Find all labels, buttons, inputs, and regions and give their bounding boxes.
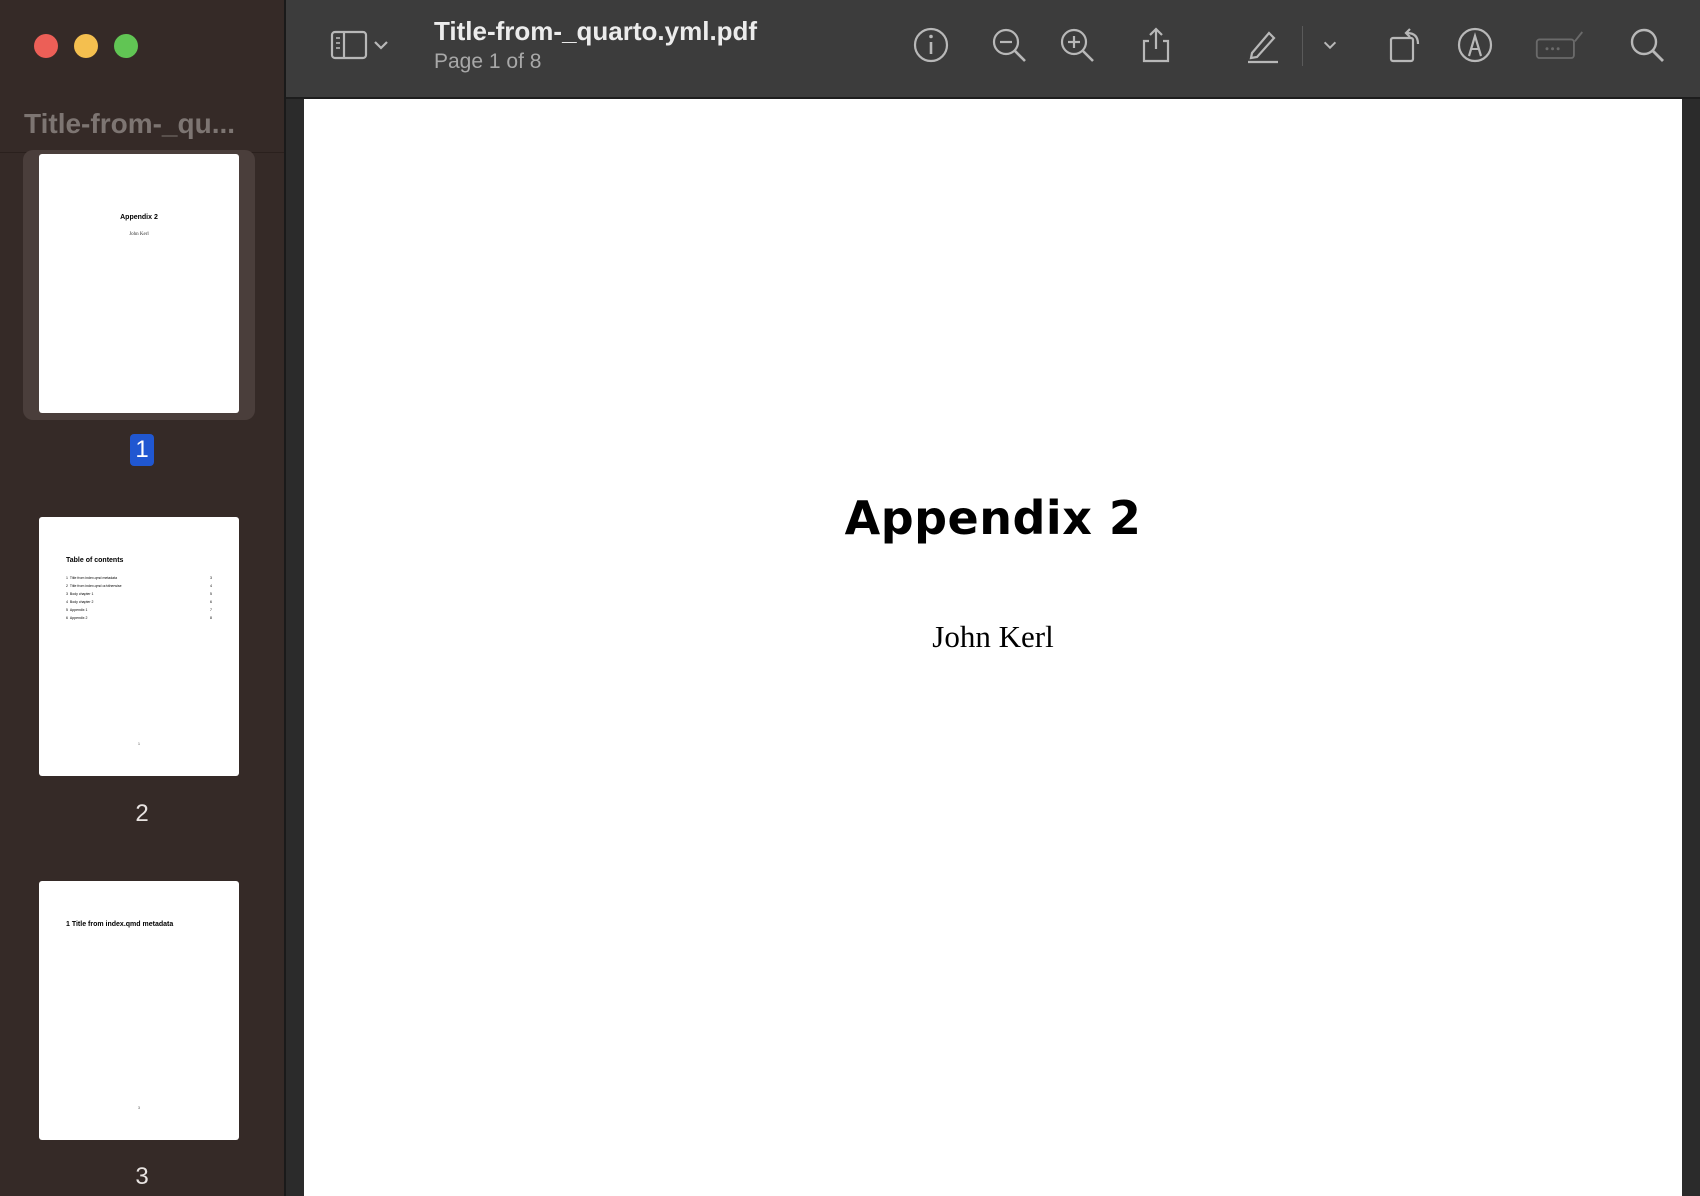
page-author: John Kerl — [932, 619, 1054, 654]
thumbnail-3-heading: 1 Title from index.qmd metadata — [66, 921, 174, 928]
toolbar-separator — [1302, 26, 1303, 66]
document-title: Title-from-_quarto.yml.pdf — [434, 16, 758, 46]
markup-icon[interactable] — [1452, 22, 1498, 68]
thumbnail-3-footer: 3 — [138, 1106, 140, 1110]
sidebar: Title-from-_qu... Appendix 2 John Kerl 1… — [0, 0, 284, 1196]
sidebar-title: Title-from-_qu... — [24, 108, 236, 139]
sidebar-toggle-icon[interactable] — [326, 22, 372, 68]
page-label-2[interactable]: 2 — [0, 800, 284, 828]
page-label-1-text: 1 — [130, 434, 154, 466]
toc-row: 5 Appendix 17 — [66, 608, 212, 612]
info-icon[interactable] — [908, 22, 954, 68]
zoom-out-icon[interactable] — [986, 22, 1032, 68]
page-indicator: Page 1 of 8 — [434, 50, 542, 73]
close-window-button[interactable] — [34, 34, 58, 58]
toc-row: 4 Body chapter 26 — [66, 600, 212, 604]
thumbnail-2-footer: 1 — [138, 742, 140, 746]
sign-icon — [1532, 22, 1588, 68]
toc-row: 1 Title from index.qmd metadata 3 — [66, 576, 212, 580]
chevron-down-icon[interactable] — [1318, 22, 1342, 68]
zoom-in-icon[interactable] — [1054, 22, 1100, 68]
toc-row: 2 Title from index.qmd or/otherwise 4 — [66, 584, 212, 588]
page-thumbnail-2[interactable]: Table of contents 1 Title from index.qmd… — [39, 517, 239, 776]
thumbnail-1-title: Appendix 2 — [120, 214, 158, 221]
highlight-pen-icon[interactable] — [1239, 22, 1285, 68]
pdf-page: Appendix 2 John Kerl — [304, 99, 1682, 1196]
page-label-1[interactable]: 1 — [0, 434, 284, 466]
toc-row: 3 Body chapter 15 — [66, 592, 212, 596]
chevron-down-icon[interactable] — [370, 22, 392, 68]
toolbar: Title-from-_quarto.yml.pdf Page 1 of 8 — [286, 0, 1700, 99]
thumbnail-1-author: John Kerl — [129, 232, 149, 237]
page-title: Appendix 2 — [844, 491, 1142, 545]
toc-row: 6 Appendix 28 — [66, 616, 212, 620]
page-label-3[interactable]: 3 — [0, 1163, 284, 1191]
search-icon[interactable] — [1624, 22, 1670, 68]
page-thumbnail-3[interactable]: 1 Title from index.qmd metadata 3 — [39, 881, 239, 1140]
page-thumbnail-1[interactable]: Appendix 2 John Kerl — [39, 154, 239, 413]
document-view[interactable]: Appendix 2 John Kerl — [286, 99, 1700, 1196]
share-icon[interactable] — [1133, 22, 1179, 68]
thumbnail-2-heading: Table of contents — [66, 557, 124, 564]
maximize-window-button[interactable] — [114, 34, 138, 58]
rotate-icon[interactable] — [1382, 22, 1428, 68]
minimize-window-button[interactable] — [74, 34, 98, 58]
